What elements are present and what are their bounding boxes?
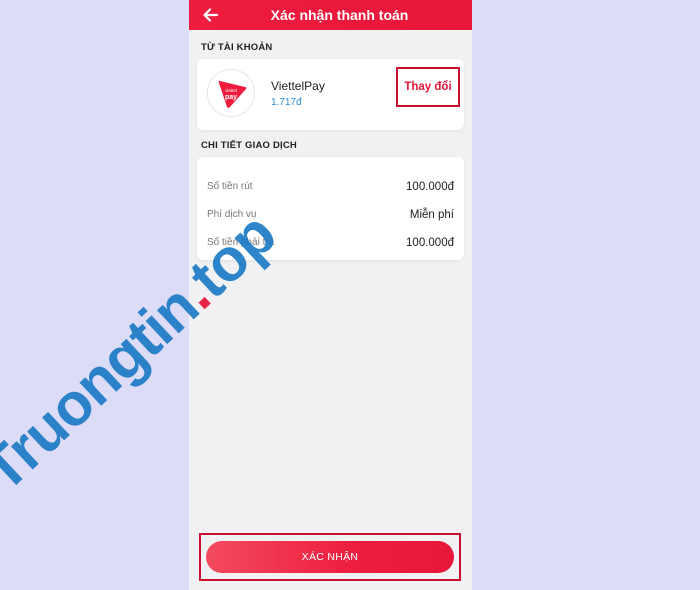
account-card: viettel pay ViettelPay 1.717đ Thay đổi xyxy=(197,59,464,130)
confirm-button-highlight: XÁC NHẬN xyxy=(199,533,461,581)
transaction-details-label: CHI TIẾT GIAO DỊCH xyxy=(201,140,297,151)
account-balance: 1.717đ xyxy=(271,97,302,108)
change-account-button[interactable]: Thay đổi xyxy=(396,67,460,107)
detail-label: Số tiền rút xyxy=(207,181,253,192)
confirm-button[interactable]: XÁC NHẬN xyxy=(206,541,454,573)
page-title: Xác nhận thanh toán xyxy=(270,7,409,23)
account-name: ViettelPay xyxy=(271,79,325,93)
detail-row-withdraw-amount: Số tiền rút 100.000đ xyxy=(207,181,454,197)
viettelpay-logo: viettel pay xyxy=(207,69,255,117)
logo-text-bottom: pay xyxy=(224,94,238,101)
detail-value: 100.000đ xyxy=(406,237,454,249)
watermark-part1: Truongtin xyxy=(0,272,211,505)
top-bar: Xác nhận thanh toán xyxy=(189,0,472,30)
detail-value: Miễn phí xyxy=(409,209,454,221)
detail-value: 100.000đ xyxy=(406,181,454,193)
logo-text-top: viettel xyxy=(225,88,237,93)
from-account-label: TỪ TÀI KHOẢN xyxy=(201,42,273,53)
